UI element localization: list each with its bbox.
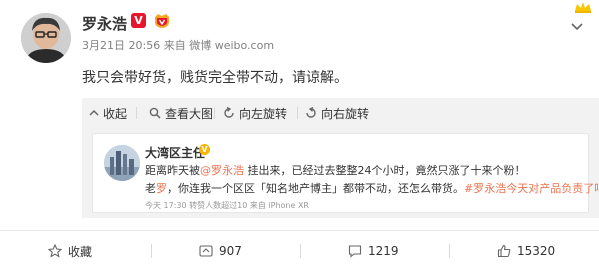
action-separator — [449, 244, 450, 258]
source-prefix: 来自 — [163, 39, 186, 52]
collapse-icon — [89, 109, 99, 116]
thumbs-up-icon — [497, 244, 511, 258]
comment-icon — [348, 245, 362, 258]
embedded-author-name: 大湾区主任 — [145, 146, 206, 160]
embedded-text: 距离昨天被 — [145, 164, 200, 177]
toolbar-divider — [297, 107, 298, 119]
media-toolbar: 收起 查看大图 向左旋转 向右旋转 — [82, 98, 599, 128]
post-meta: 3月21日 20:56 来自 微博 weibo.com — [82, 37, 274, 53]
action-separator — [300, 244, 301, 258]
embedded-text-line-2: 老罗，你连我一个区区「知名地产博主」都带不动，还怎么带货。#罗永浩今天对产品负责… — [145, 180, 599, 196]
embedded-post: 大湾区主任 V 距离昨天被@罗永浩 挂出来，已经过去整整24个小时，竟然只涨了十… — [92, 133, 599, 213]
author-avatar[interactable] — [21, 13, 71, 63]
embedded-text: ，你连我一个区区「知名地产博主」都带不动，还怎么带货。 — [167, 182, 464, 195]
embedded-meta: 今天 17:30 转赞人数超过10 来自 iPhone XR — [145, 201, 309, 210]
repost-button[interactable]: 907 — [199, 241, 242, 261]
repost-icon — [199, 245, 213, 257]
rotate-right-button[interactable]: 向右旋转 — [305, 98, 369, 128]
crown-icon — [575, 2, 591, 13]
favorite-label: 收藏 — [68, 244, 93, 259]
verified-badge: V — [131, 13, 146, 28]
comment-button[interactable]: 1219 — [348, 241, 399, 261]
embedded-author-avatar — [104, 145, 140, 181]
collapse-label: 收起 — [103, 106, 128, 121]
embedded-verified-badge: V — [199, 144, 210, 155]
view-large-label: 查看大图 — [165, 106, 214, 121]
weibo-post-card: 罗永浩 V 3月21日 20:56 来自 微博 weibo.com 我只会带好货… — [0, 0, 599, 271]
rotate-right-icon — [306, 107, 316, 118]
like-button[interactable]: 15320 — [497, 241, 555, 261]
collapse-button[interactable]: 收起 — [89, 98, 127, 128]
embedded-text-line-1: 距离昨天被@罗永浩 挂出来，已经过去整整24个小时，竟然只涨了十来个粉！ — [145, 162, 526, 178]
action-separator — [151, 244, 152, 258]
toolbar-divider — [136, 107, 137, 119]
author-name[interactable]: 罗永浩 — [82, 13, 127, 34]
rotate-left-icon — [224, 107, 234, 118]
like-count: 15320 — [517, 244, 556, 258]
post-source[interactable]: 微博 weibo.com — [189, 39, 274, 52]
rotate-right-label: 向右旋转 — [321, 106, 370, 121]
magnifier-icon — [149, 107, 161, 119]
rotate-left-button[interactable]: 向左旋转 — [223, 98, 287, 128]
favorite-button[interactable]: 收藏 — [48, 241, 92, 261]
chevron-down-icon[interactable] — [570, 22, 584, 32]
view-large-button[interactable]: 查看大图 — [149, 98, 213, 128]
post-timestamp[interactable]: 3月21日 20:56 — [82, 39, 160, 52]
mention-link: @罗永浩 — [200, 164, 244, 177]
star-icon — [48, 244, 62, 258]
repost-count: 907 — [219, 244, 242, 258]
rotate-left-label: 向左旋转 — [239, 106, 288, 121]
action-divider — [0, 230, 599, 231]
toolbar-divider — [214, 107, 215, 119]
attached-image[interactable]: 大湾区主任 V 距离昨天被@罗永浩 挂出来，已经过去整整24个小时，竟然只涨了十… — [82, 128, 599, 218]
post-text: 我只会带好货，贱货完全带不动，请谅解。 — [82, 70, 348, 86]
vip-member-icon[interactable] — [152, 12, 172, 29]
embedded-text: 老 — [145, 182, 156, 195]
comment-count: 1219 — [368, 244, 399, 258]
hashtag-link: #罗永浩今天对产品负责了吗# — [464, 182, 599, 195]
embedded-text: 挂出来，已经过去整整24个小时，竟然只涨了十来个粉！ — [244, 164, 526, 177]
name-link: 罗 — [156, 182, 167, 195]
